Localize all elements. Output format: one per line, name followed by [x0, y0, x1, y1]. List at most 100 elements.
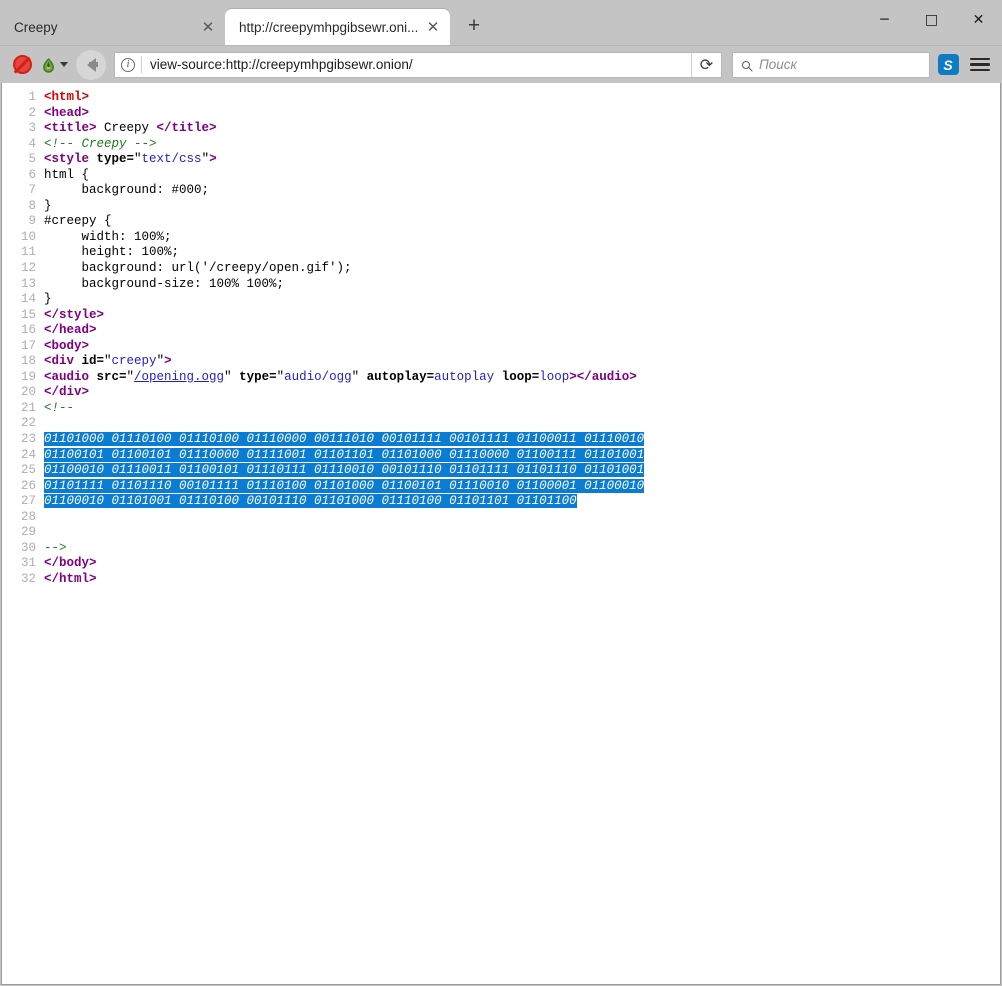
line-code: </head>	[44, 323, 97, 339]
selected-binary-text: 01100010 01110011 01100101 01110111 0111…	[44, 463, 644, 477]
code-token: creepy	[112, 354, 157, 368]
code-token: </html>	[44, 572, 97, 586]
code-token: <!-- Creepy -->	[44, 137, 157, 151]
line-code: 01100010 01110011 01100101 01110111 0111…	[44, 463, 644, 479]
code-token: </body>	[44, 556, 97, 570]
line-code: 01101111 01101110 00101111 01110100 0110…	[44, 479, 644, 495]
code-token: type=	[97, 152, 135, 166]
source-line: 11 height: 100%;	[2, 245, 1000, 261]
line-code: </div>	[44, 385, 89, 401]
onion-glyph	[40, 54, 57, 76]
line-number: 15	[2, 308, 44, 324]
source-line: 1<html>	[2, 90, 1000, 106]
code-token: width: 100%;	[44, 230, 172, 244]
code-token: html {	[44, 168, 89, 182]
code-token: background-size: 100% 100%;	[44, 277, 284, 291]
code-token: <!--	[44, 401, 74, 415]
line-number: 26	[2, 479, 44, 495]
line-number: 25	[2, 463, 44, 479]
source-line: 31</body>	[2, 556, 1000, 572]
code-token: }	[44, 199, 52, 213]
hamburger-menu-icon[interactable]	[966, 51, 994, 79]
line-code: <audio src="/opening.ogg" type="audio/og…	[44, 370, 637, 386]
source-line: 19<audio src="/opening.ogg" type="audio/…	[2, 370, 1000, 386]
new-tab-button[interactable]: +	[458, 10, 490, 42]
code-token: >	[164, 354, 172, 368]
selected-binary-text: 01101111 01101110 00101111 01110100 0110…	[44, 479, 644, 493]
browser-window: Creepy ✕ http://creepymhpgibsewr.oni... …	[0, 0, 1002, 986]
source-line: 32</html>	[2, 572, 1000, 588]
line-number: 8	[2, 199, 44, 215]
code-token: type=	[239, 370, 277, 384]
source-line: 5<style type="text/css">	[2, 152, 1000, 168]
line-code: <body>	[44, 339, 89, 355]
selected-binary-text: 01100010 01101001 01110100 00101110 0110…	[44, 494, 577, 508]
line-number: 9	[2, 214, 44, 230]
code-token: <body>	[44, 339, 89, 353]
code-token: </audio>	[577, 370, 637, 384]
code-token: </head>	[44, 323, 97, 337]
line-code: <style type="text/css">	[44, 152, 217, 168]
line-code: 01100101 01100101 01110000 01111001 0110…	[44, 448, 644, 464]
line-number: 7	[2, 183, 44, 199]
line-code: 01100010 01101001 01110100 00101110 0110…	[44, 494, 577, 510]
url-bar[interactable]: i view-source:http://creepymhpgibsewr.on…	[114, 52, 722, 78]
reload-icon: ⟳	[700, 57, 713, 73]
line-code	[44, 416, 52, 432]
line-number: 2	[2, 106, 44, 122]
tab-title: Creepy	[14, 20, 197, 35]
window-controls: ─ □ ✕	[861, 0, 1002, 40]
browser-tab-view-source[interactable]: http://creepymhpgibsewr.oni... ✕	[225, 9, 450, 45]
code-token: height: 100%;	[44, 245, 179, 259]
code-token: </div>	[44, 385, 89, 399]
code-token: autoplay	[434, 370, 494, 384]
close-tab-icon[interactable]: ✕	[422, 16, 444, 38]
view-source-code[interactable]: 1<html>2<head>3<title> Creepy </title>4<…	[2, 83, 1000, 588]
page-content[interactable]: 1<html>2<head>3<title> Creepy </title>4<…	[1, 83, 1001, 985]
browser-tab-creepy[interactable]: Creepy ✕	[0, 9, 225, 45]
navigation-toolbar: i view-source:http://creepymhpgibsewr.on…	[0, 45, 1002, 83]
code-token: "	[104, 354, 112, 368]
line-code	[44, 525, 52, 541]
line-code: background-size: 100% 100%;	[44, 277, 284, 293]
line-number: 30	[2, 541, 44, 557]
url-input[interactable]: view-source:http://creepymhpgibsewr.onio…	[142, 57, 691, 72]
line-code: <!--	[44, 401, 74, 417]
close-tab-icon[interactable]: ✕	[197, 16, 219, 38]
reload-button[interactable]: ⟳	[691, 53, 721, 77]
line-code: width: 100%;	[44, 230, 172, 246]
line-code: #creepy {	[44, 214, 112, 230]
tor-onion-icon[interactable]	[40, 51, 68, 79]
line-number: 17	[2, 339, 44, 355]
tab-strip: Creepy ✕ http://creepymhpgibsewr.oni... …	[0, 0, 1002, 45]
page-info-icon[interactable]: i	[115, 53, 141, 77]
search-bar[interactable]: Поиск	[732, 52, 930, 78]
line-number: 19	[2, 370, 44, 386]
line-number: 3	[2, 121, 44, 137]
minimize-button[interactable]: ─	[861, 0, 908, 40]
back-button[interactable]	[76, 50, 106, 80]
line-number: 24	[2, 448, 44, 464]
line-code: height: 100%;	[44, 245, 179, 261]
source-line: 22	[2, 416, 1000, 432]
search-input[interactable]: Поиск	[759, 57, 929, 72]
code-token: >	[569, 370, 577, 384]
code-token: <style	[44, 152, 97, 166]
skype-icon[interactable]: S	[934, 51, 962, 79]
maximize-button[interactable]: □	[908, 0, 955, 40]
line-number: 27	[2, 494, 44, 510]
code-token: loop=	[502, 370, 540, 384]
line-code: -->	[44, 541, 67, 557]
source-line: 20</div>	[2, 385, 1000, 401]
line-number: 23	[2, 432, 44, 448]
line-number: 1	[2, 90, 44, 106]
code-token: "	[127, 370, 135, 384]
line-number: 14	[2, 292, 44, 308]
line-number: 11	[2, 245, 44, 261]
code-token: background: #000;	[44, 183, 209, 197]
close-window-button[interactable]: ✕	[955, 0, 1002, 40]
source-line: 10 width: 100%;	[2, 230, 1000, 246]
noscript-icon[interactable]	[8, 51, 36, 79]
line-number: 12	[2, 261, 44, 277]
line-code: <head>	[44, 106, 89, 122]
